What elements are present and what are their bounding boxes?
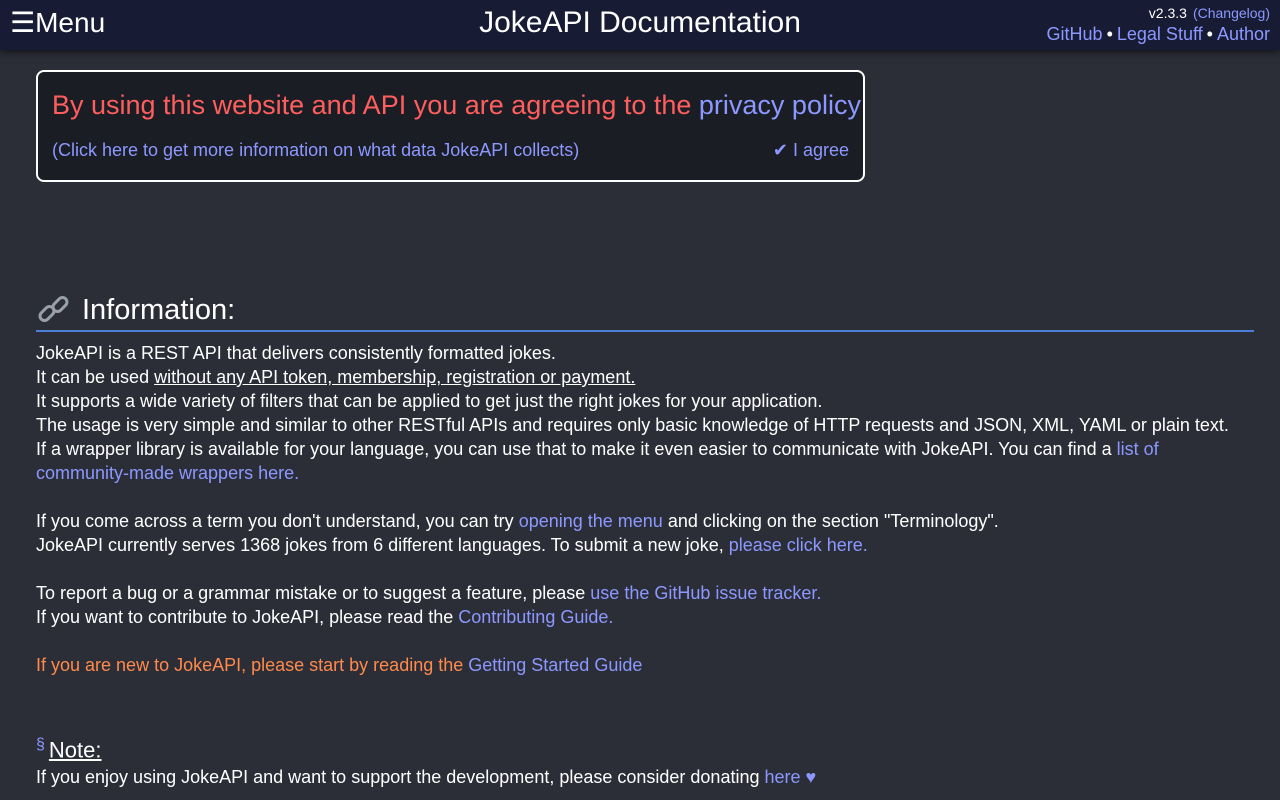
top-right-links: v2.3.3 (Changelog) GitHub • Legal Stuff • Aut… [1047,4,1270,46]
data-info-link[interactable]: (Click here to get more information on w… [52,138,579,162]
version-label: v2.3.3 [1148,5,1187,21]
author-link[interactable]: Author [1217,24,1270,44]
info-line: To report a bug or a grammar mistake or … [36,583,822,603]
link-icon[interactable] [36,292,72,328]
info-line: JokeAPI currently serves 1368 jokes from… [36,535,868,555]
github-link[interactable]: GitHub [1047,24,1103,44]
legal-stuff-link[interactable]: Legal Stuff [1117,24,1203,44]
info-line: If a wrapper library is available for yo… [36,439,1159,483]
issue-tracker-link[interactable]: use the GitHub issue tracker. [590,583,821,603]
information-content: JokeAPI is a REST API that delivers cons… [36,341,1256,677]
getting-started-line: If you are new to JokeAPI, please start … [36,655,643,675]
agree-button[interactable]: ✔ I agree [773,138,849,162]
changelog-link[interactable]: (Changelog) [1193,5,1270,21]
separator: • [1206,24,1213,44]
top-bar: ☰Menu JokeAPI Documentation v2.3.3 (Chang… [0,0,1280,50]
privacy-heading-text: By using this website and API you are ag… [52,90,699,120]
donate-link[interactable]: here ♥ [764,767,816,787]
info-line: It can be used without any API token, me… [36,367,636,387]
info-line: JokeAPI is a REST API that delivers cons… [36,343,556,363]
contributing-guide-link[interactable]: Contributing Guide. [458,607,613,627]
header-links: GitHub • Legal Stuff • Author [1047,22,1270,46]
note-title: Note: [48,737,102,763]
agree-label[interactable]: I agree [793,140,849,160]
checkmark-icon[interactable]: ✔ [773,140,788,160]
donation-note: If you enjoy using JokeAPI and want to s… [36,767,817,787]
info-line: If you want to contribute to JokeAPI, pl… [36,607,614,627]
privacy-policy-link[interactable]: privacy policy [699,90,861,120]
privacy-heading: By using this website and API you are ag… [52,88,861,122]
version-line: v2.3.3 (Changelog) [1047,4,1270,22]
privacy-notice: By using this website and API you are ag… [36,70,865,182]
section-title: Information: [82,294,236,326]
submit-joke-link[interactable]: please click here. [729,535,868,555]
separator: • [1106,24,1113,44]
info-line: The usage is very simple and similar to … [36,415,1229,435]
info-line: It supports a wide variety of filters th… [36,391,823,411]
section-symbol[interactable]: § [36,736,45,753]
info-line: If you come across a term you don't unde… [36,511,999,531]
open-menu-link[interactable]: opening the menu [519,511,663,531]
note-header: § Note: [36,730,102,765]
underlined-text: without any API token, membership, regis… [154,367,636,387]
information-section-header: Information: [36,290,1254,332]
getting-started-link[interactable]: Getting Started Guide [468,655,642,675]
